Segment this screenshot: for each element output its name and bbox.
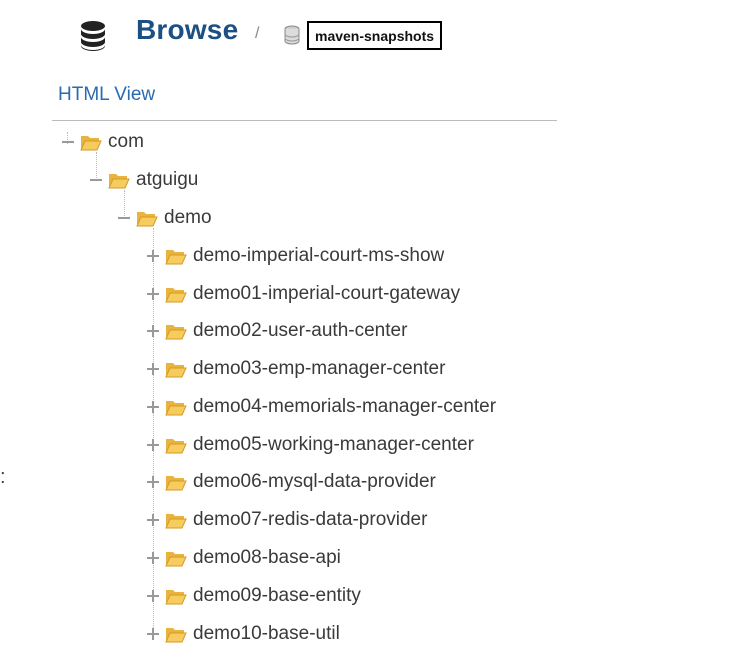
database-icon: [81, 21, 105, 51]
tree-node-child[interactable]: demo03-emp-manager-center: [145, 357, 445, 381]
tree-node-child[interactable]: demo04-memorials-manager-center: [145, 395, 496, 419]
expand-icon[interactable]: [145, 323, 161, 339]
folder-open-icon: [108, 174, 130, 189]
tree-node-com[interactable]: com: [60, 130, 144, 154]
expand-icon[interactable]: [145, 626, 161, 642]
tree-node-child[interactable]: demo06-mysql-data-provider: [145, 470, 436, 494]
tree-node-child[interactable]: demo08-base-api: [145, 546, 341, 570]
tree-node-label: demo01-imperial-court-gateway: [193, 283, 461, 304]
folder-open-icon: [165, 590, 187, 605]
side-mark: :: [0, 466, 6, 488]
expand-icon[interactable]: [145, 399, 161, 415]
divider: [52, 120, 557, 121]
tree-node-label: demo04-memorials-manager-center: [193, 396, 497, 417]
html-view-link[interactable]: HTML View: [58, 84, 155, 106]
tree-node-label: demo09-base-entity: [193, 585, 361, 606]
tree-node-child[interactable]: demo10-base-util: [145, 622, 340, 646]
tree-node-label: demo-imperial-court-ms-show: [193, 245, 445, 266]
expand-icon[interactable]: [145, 550, 161, 566]
tree-node-demo[interactable]: demo: [116, 206, 212, 230]
folder-open-icon: [165, 363, 187, 378]
tree-node-label: demo05-working-manager-center: [193, 434, 474, 455]
folder-open-icon: [165, 514, 187, 529]
collapse-icon[interactable]: [88, 172, 104, 188]
folder-open-icon: [165, 628, 187, 643]
expand-icon[interactable]: [145, 286, 161, 302]
tree-node-label: demo10-base-util: [193, 623, 340, 644]
folder-open-icon: [80, 136, 102, 151]
expand-icon[interactable]: [145, 437, 161, 453]
tree-node-label: demo06-mysql-data-provider: [193, 471, 436, 492]
tree-node-label: demo02-user-auth-center: [193, 320, 408, 341]
page-title[interactable]: Browse: [136, 14, 238, 46]
folder-open-icon: [165, 325, 187, 340]
tree-node-atguigu[interactable]: atguigu: [88, 168, 198, 192]
tree-node-label: demo08-base-api: [193, 547, 341, 568]
tree-node-child[interactable]: demo07-redis-data-provider: [145, 508, 427, 532]
tree-node-label: atguigu: [136, 169, 199, 190]
expand-icon[interactable]: [145, 588, 161, 604]
folder-open-icon: [165, 401, 187, 416]
folder-open-icon: [165, 439, 187, 454]
expand-icon[interactable]: [145, 512, 161, 528]
tree-node-child[interactable]: demo09-base-entity: [145, 584, 361, 608]
tree-node-child[interactable]: demo01-imperial-court-gateway: [145, 282, 460, 306]
folder-open-icon: [136, 212, 158, 227]
breadcrumb-repository[interactable]: maven-snapshots: [307, 21, 443, 50]
breadcrumb-separator: /: [255, 25, 260, 42]
folder-open-icon: [165, 552, 187, 567]
expand-icon[interactable]: [145, 248, 161, 264]
tree-node-label: demo: [164, 207, 212, 228]
expand-icon[interactable]: [145, 361, 161, 377]
tree-node-label: demo03-emp-manager-center: [193, 358, 446, 379]
folder-open-icon: [165, 250, 187, 265]
tree-node-child[interactable]: demo05-working-manager-center: [145, 433, 474, 457]
folder-open-icon: [165, 288, 187, 303]
tree-node-child[interactable]: demo02-user-auth-center: [145, 319, 407, 343]
tree-node-child[interactable]: demo-imperial-court-ms-show: [145, 244, 444, 268]
tree-node-label: com: [108, 131, 144, 152]
collapse-icon[interactable]: [60, 134, 76, 150]
collapse-icon[interactable]: [116, 210, 132, 226]
expand-icon[interactable]: [145, 474, 161, 490]
tree-node-label: demo07-redis-data-provider: [193, 509, 428, 530]
repository-icon: [284, 25, 300, 45]
header: Browse / maven-snapshots: [0, 0, 733, 80]
folder-open-icon: [165, 476, 187, 491]
